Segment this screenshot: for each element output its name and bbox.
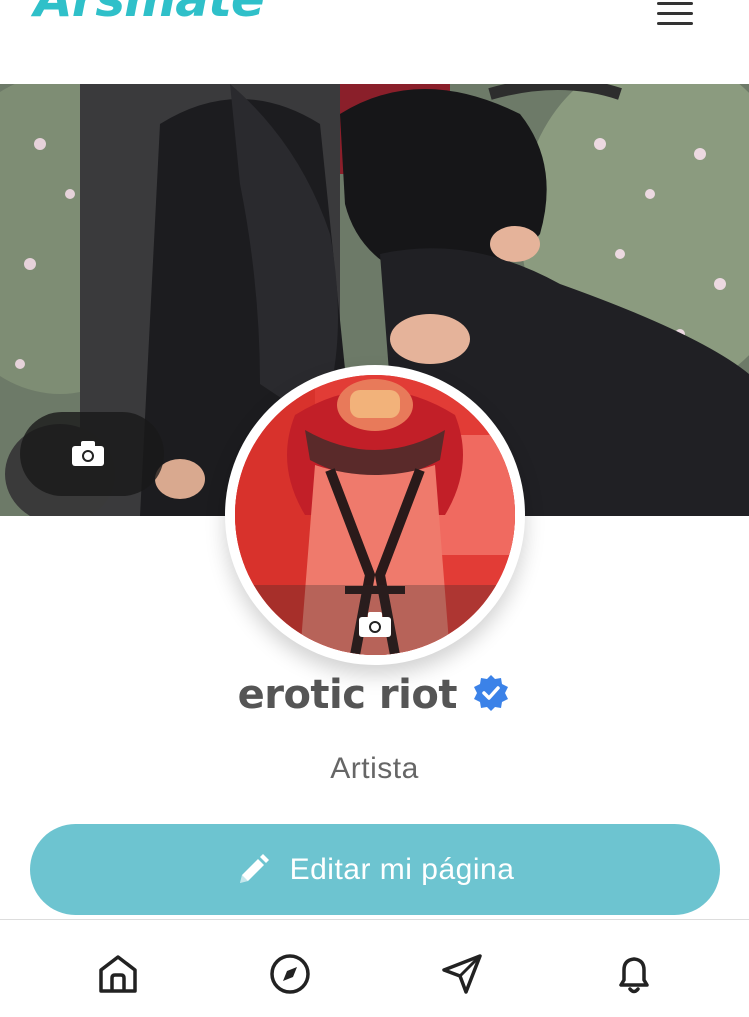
home-icon[interactable] (96, 952, 140, 996)
send-icon[interactable] (440, 952, 484, 996)
camera-icon (72, 440, 104, 466)
bell-icon[interactable] (612, 952, 656, 996)
verified-badge-icon (471, 673, 511, 713)
avatar[interactable] (235, 375, 515, 655)
edit-page-label: Editar mi página (289, 852, 515, 886)
compass-icon[interactable] (268, 952, 312, 996)
hamburger-menu-icon[interactable] (655, 0, 697, 30)
profile-name-row: erotic riot (0, 672, 749, 718)
pencil-icon (239, 853, 269, 883)
profile-name: erotic riot (237, 672, 458, 718)
bottom-navigation (0, 919, 749, 1017)
avatar-frame (225, 365, 525, 665)
top-header: Arsmate (0, 0, 749, 84)
profile-role: Artista (330, 752, 419, 785)
arsmate-logo[interactable]: Arsmate (34, 0, 265, 28)
change-cover-button[interactable] (20, 412, 164, 496)
edit-page-button[interactable]: Editar mi página (30, 824, 720, 915)
camera-icon[interactable] (359, 611, 391, 637)
